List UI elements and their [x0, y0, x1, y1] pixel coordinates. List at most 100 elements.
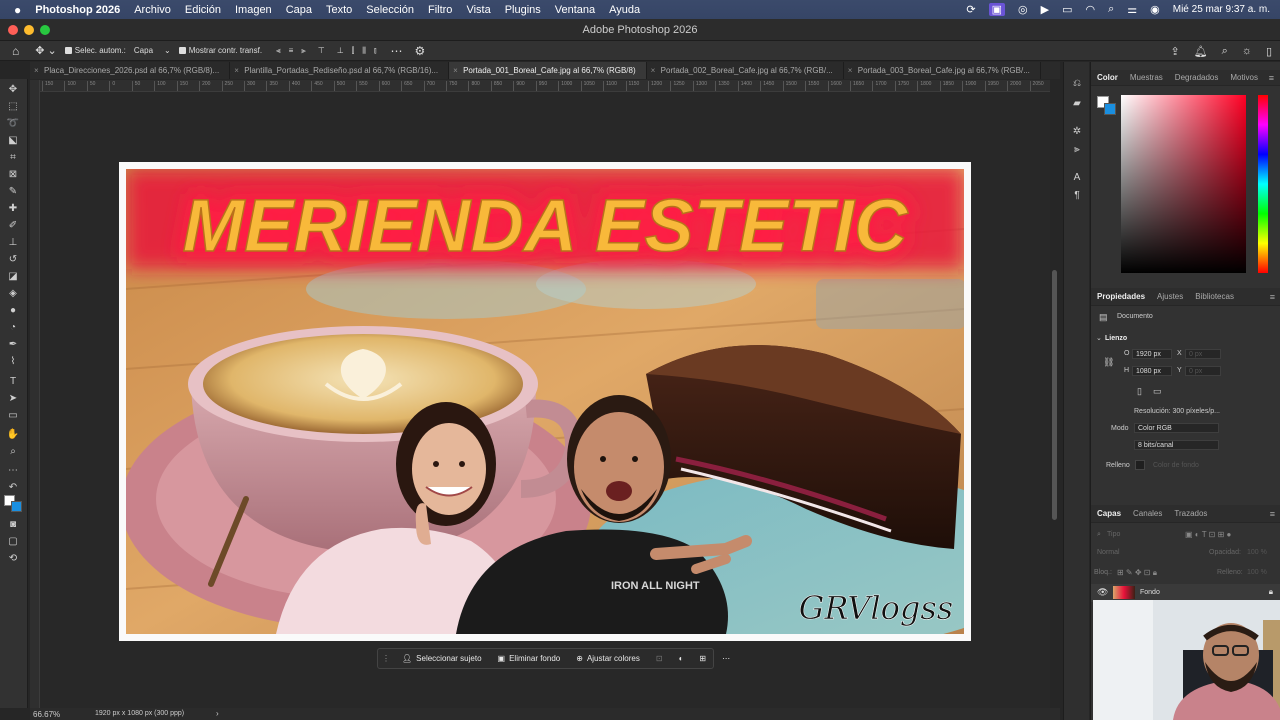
align-middle-v-icon[interactable]: ⊥	[337, 46, 344, 55]
bit-depth-select[interactable]: 8 bits/canal	[1134, 440, 1219, 450]
search-icon[interactable]: ⌕	[1222, 45, 1228, 58]
doc-tab-portada-003[interactable]: × Portada_003_Boreal_Cafe.jpg al 66,7% (R…	[844, 62, 1041, 79]
rectangle-tool-icon[interactable]: ▭	[6, 410, 20, 422]
history-panel-icon[interactable]: ⎌	[1070, 78, 1084, 90]
doc-tab-plantilla[interactable]: × Plantilla_Portadas_Rediseño.psd al 66,7…	[230, 62, 450, 79]
close-tab-icon[interactable]: ×	[34, 62, 39, 79]
comments-panel-icon[interactable]: ▰	[1070, 98, 1084, 110]
hand-tool-icon[interactable]: ✋	[6, 429, 20, 441]
transform-icon[interactable]: ⊡	[648, 654, 671, 663]
hue-slider[interactable]	[1258, 95, 1268, 273]
tab-color[interactable]: Color	[1097, 73, 1118, 82]
notifications-bell-icon[interactable]: 🔔︎	[1194, 45, 1208, 58]
panel-menu-icon[interactable]: ≡	[1269, 73, 1274, 83]
home-icon[interactable]: ⌂	[12, 44, 19, 58]
more-options-icon[interactable]: ⋯	[391, 44, 403, 58]
menu-plugins[interactable]: Plugins	[505, 4, 541, 16]
opacity-value[interactable]: 100 %	[1247, 549, 1267, 556]
generative-icon[interactable]: ⟲	[6, 553, 20, 565]
vertical-scrollbar[interactable]	[1052, 270, 1057, 520]
zoom-level[interactable]: 66.67%	[33, 710, 60, 719]
align-center-h-icon[interactable]: ≡	[289, 46, 294, 55]
brush-tool-icon[interactable]: ✐	[6, 220, 20, 232]
x-field[interactable]: 0 px	[1185, 349, 1221, 359]
close-window-button[interactable]	[8, 25, 18, 35]
doc-tab-portada-001[interactable]: × Portada_001_Boreal_Cafe.jpg al 66,7% (R…	[449, 62, 647, 79]
healing-brush-tool-icon[interactable]: ✚	[6, 203, 20, 215]
align-bottom-icon[interactable]: ⫿	[352, 46, 355, 56]
panel-menu-icon[interactable]: ≡	[1270, 509, 1275, 519]
distribute-icon[interactable]: ⫼	[362, 46, 366, 56]
menu-ayuda[interactable]: Ayuda	[609, 4, 640, 16]
frame-tool-icon[interactable]: ⊠	[6, 169, 20, 181]
menu-edicion[interactable]: Edición	[185, 4, 221, 16]
tab-swatches[interactable]: Muestras	[1130, 73, 1163, 82]
tab-adjustments[interactable]: Ajustes	[1157, 292, 1183, 301]
doc-tab-portada-002[interactable]: × Portada_002_Boreal_Cafe.jpg al 66,7% (R…	[647, 62, 844, 79]
more-actions-icon[interactable]: ⋯	[714, 654, 738, 663]
marquee-tool-icon[interactable]: ⬚	[6, 101, 20, 113]
menu-ventana[interactable]: Ventana	[555, 4, 595, 16]
link-icon[interactable]: ⛓	[1103, 357, 1114, 368]
mode-select[interactable]: Color RGB	[1134, 423, 1219, 433]
chevron-down-icon[interactable]: ⌄	[1096, 334, 1102, 342]
eraser-tool-icon[interactable]: ◪	[6, 271, 20, 283]
clone-stamp-tool-icon[interactable]: ⊥	[6, 237, 20, 249]
canvas-section-label[interactable]: Lienzo	[1105, 335, 1127, 342]
menu-imagen[interactable]: Imagen	[235, 4, 272, 16]
move-tool-preset-icon[interactable]: ✥ ⌄	[35, 44, 57, 57]
paragraph-panel-icon[interactable]: ¶	[1070, 190, 1084, 202]
close-tab-icon[interactable]: ×	[651, 62, 656, 79]
crop-tool-icon[interactable]: ⌗	[6, 152, 20, 164]
drag-handle-icon[interactable]: ⋮	[378, 654, 394, 663]
adjustment-layer-icon[interactable]: ◐	[671, 654, 692, 663]
play-icon[interactable]: ▶	[1041, 3, 1049, 16]
align-right-icon[interactable]: ⫸	[301, 46, 306, 56]
close-tab-icon[interactable]: ×	[453, 62, 458, 79]
tab-properties[interactable]: Propiedades	[1097, 292, 1145, 301]
tab-channels[interactable]: Canales	[1133, 509, 1162, 518]
pen-alt-tool-icon[interactable]: ⌇	[6, 356, 20, 368]
workspace-icon[interactable]: ▯	[1266, 45, 1272, 58]
history-brush-tool-icon[interactable]: ↺	[6, 254, 20, 266]
document-info[interactable]: 1920 px x 1080 px (300 ppp)	[95, 710, 184, 717]
share-icon[interactable]: ⇪	[1170, 45, 1179, 58]
panel-menu-icon[interactable]: ≡	[1270, 292, 1275, 302]
lasso-tool-icon[interactable]: ➰	[6, 118, 20, 130]
tab-gradients[interactable]: Degradados	[1175, 73, 1219, 82]
path-selection-tool-icon[interactable]: ➤	[6, 393, 20, 405]
creative-cloud-icon[interactable]: ◎	[1018, 3, 1028, 16]
blend-mode-select[interactable]: Normal	[1097, 549, 1120, 556]
portrait-orientation-icon[interactable]: ▯	[1137, 386, 1142, 397]
tab-libraries[interactable]: Bibliotecas	[1195, 292, 1234, 301]
remove-background-button[interactable]: ▣ Eliminar fondo	[490, 654, 569, 663]
y-field[interactable]: 0 px	[1185, 366, 1221, 376]
close-tab-icon[interactable]: ×	[848, 62, 853, 79]
generate-image-icon[interactable]: ⊞	[691, 654, 714, 663]
layer-filter-icons[interactable]: ▣ ◐ T ⊡ ⊞ ●	[1185, 530, 1231, 539]
align-top-icon[interactable]: ⊤	[318, 46, 325, 55]
auto-select-dropdown[interactable]: Capa ⌄	[134, 46, 171, 55]
reset-colors-icon[interactable]: ↶	[6, 482, 20, 494]
menu-capa[interactable]: Capa	[286, 4, 312, 16]
screen-mode-icon[interactable]: ▢	[6, 536, 20, 548]
screen-record-icon[interactable]: ▣	[988, 3, 1005, 16]
menu-app-name[interactable]: Photoshop 2026	[35, 4, 120, 16]
maximize-window-button[interactable]	[40, 25, 50, 35]
color-picker-field[interactable]	[1121, 95, 1246, 273]
fill-value[interactable]: Color de fondo	[1153, 462, 1199, 469]
brushes-panel-icon[interactable]: ⫸	[1070, 144, 1084, 156]
lock-icons[interactable]: ⊞ ✎ ✥ ⊡ 🔒︎	[1117, 568, 1157, 578]
select-subject-button[interactable]: 👤︎ Seleccionar sujeto	[394, 654, 490, 663]
more-tools-icon[interactable]: ⋯	[6, 465, 20, 477]
tab-paths[interactable]: Trazados	[1174, 509, 1207, 518]
minimize-window-button[interactable]	[24, 25, 34, 35]
doc-tab-placa[interactable]: × Placa_Direcciones_2026.psd al 66,7% (RG…	[30, 62, 231, 79]
layer-name[interactable]: Fondo	[1140, 589, 1160, 596]
adjustments-panel-icon[interactable]: ✲	[1070, 126, 1084, 138]
menu-vista[interactable]: Vista	[466, 4, 490, 16]
sync-icon[interactable]: ⟳	[966, 3, 975, 16]
align-left-icon[interactable]: ⫷	[276, 46, 281, 56]
apple-icon[interactable]: ●	[14, 3, 21, 17]
layer-search-input[interactable]: Tipo	[1107, 531, 1120, 538]
